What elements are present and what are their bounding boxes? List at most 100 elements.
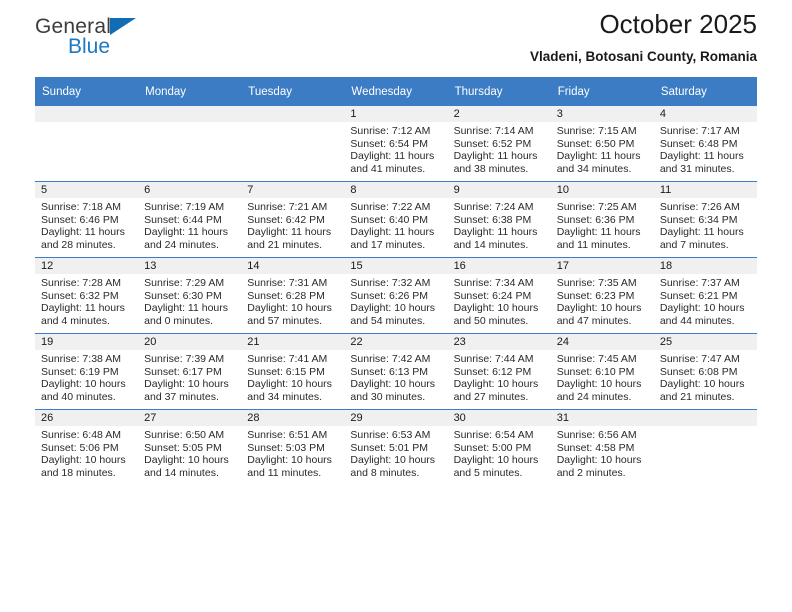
day-cell-inner: 5 Sunrise: 7:18 AM Sunset: 6:46 PM Daylight… [35, 182, 139, 257]
daylight-text-line1: Daylight: 11 hours [659, 226, 744, 239]
calendar-day-cell[interactable]: 19 Sunrise: 7:38 AM Sunset: 6:19 PM Dayligh… [35, 333, 139, 410]
day-details: Sunrise: 7:32 AM Sunset: 6:26 PM Daylight:… [344, 274, 447, 327]
day-number [241, 106, 345, 122]
day-number: 24 [550, 334, 654, 350]
day-details: Sunrise: 7:25 AM Sunset: 6:36 PM Daylight:… [551, 198, 654, 251]
sunrise-text: Sunrise: 6:51 AM [247, 429, 328, 441]
sunrise-text: Sunrise: 7:34 AM [453, 277, 534, 289]
daylight-text-line1: Daylight: 10 hours [247, 302, 332, 315]
calendar-day-cell[interactable]: 26 Sunrise: 6:48 AM Sunset: 5:06 PM Dayligh… [35, 409, 139, 485]
calendar-week-row: 1 Sunrise: 7:12 AM Sunset: 6:54 PM Daylight… [35, 106, 757, 182]
daylight-text-line2: and 14 minutes. [144, 466, 219, 479]
day-cell-inner: 7 Sunrise: 7:21 AM Sunset: 6:42 PM Daylight… [241, 182, 345, 257]
day-details: Sunrise: 7:12 AM Sunset: 6:54 PM Daylight:… [344, 122, 447, 175]
day-cell-inner: 17 Sunrise: 7:35 AM Sunset: 6:23 PM Dayligh… [550, 258, 654, 333]
sunset-text: Sunset: 6:10 PM [556, 365, 635, 378]
calendar-day-cell[interactable]: 24 Sunrise: 7:45 AM Sunset: 6:10 PM Dayligh… [550, 333, 654, 410]
calendar-day-cell[interactable]: 20 Sunrise: 7:39 AM Sunset: 6:17 PM Dayligh… [138, 333, 242, 410]
calendar-day-cell[interactable]: 22 Sunrise: 7:42 AM Sunset: 6:13 PM Dayligh… [344, 333, 448, 410]
day-number: 11 [653, 182, 757, 198]
calendar-day-cell[interactable]: 14 Sunrise: 7:31 AM Sunset: 6:28 PM Dayligh… [241, 257, 345, 334]
calendar-day-cell[interactable]: 30 Sunrise: 6:54 AM Sunset: 5:00 PM Dayligh… [447, 409, 551, 485]
calendar-day-cell[interactable]: 11 Sunrise: 7:26 AM Sunset: 6:34 PM Dayligh… [653, 181, 757, 258]
calendar-day-cell[interactable]: 18 Sunrise: 7:37 AM Sunset: 6:21 PM Dayligh… [653, 257, 757, 334]
calendar-day-cell[interactable]: 13 Sunrise: 7:29 AM Sunset: 6:30 PM Dayligh… [138, 257, 242, 334]
calendar-day-cell[interactable]: 31 Sunrise: 6:56 AM Sunset: 4:58 PM Dayligh… [550, 409, 654, 485]
daylight-text-line2: and 4 minutes. [41, 314, 110, 327]
calendar-day-cell[interactable]: 12 Sunrise: 7:28 AM Sunset: 6:32 PM Dayligh… [35, 257, 139, 334]
daylight-text-line2: and 14 minutes. [453, 238, 529, 251]
sunrise-text: Sunrise: 7:39 AM [144, 353, 225, 365]
daylight-text-line1: Daylight: 10 hours [350, 302, 436, 315]
calendar-day-cell[interactable]: 23 Sunrise: 7:44 AM Sunset: 6:12 PM Dayligh… [447, 333, 551, 410]
day-details: Sunrise: 7:22 AM Sunset: 6:40 PM Daylight:… [344, 198, 447, 251]
daylight-text-line1: Daylight: 11 hours [144, 226, 228, 239]
calendar-day-cell[interactable]: 17 Sunrise: 7:35 AM Sunset: 6:23 PM Dayligh… [550, 257, 654, 334]
calendar-day-cell[interactable]: 5 Sunrise: 7:18 AM Sunset: 6:46 PM Daylight… [35, 181, 139, 258]
calendar-day-cell[interactable]: 2 Sunrise: 7:14 AM Sunset: 6:52 PM Daylight… [447, 106, 551, 182]
calendar-day-cell[interactable]: 21 Sunrise: 7:41 AM Sunset: 6:15 PM Dayligh… [241, 333, 345, 410]
daylight-text-line1: Daylight: 11 hours [556, 226, 641, 239]
sunrise-text: Sunrise: 7:24 AM [453, 201, 534, 213]
weekday-header-saturday: Saturday [653, 77, 757, 106]
day-cell-inner [241, 106, 345, 181]
calendar-day-cell[interactable]: 9 Sunrise: 7:24 AM Sunset: 6:38 PM Daylight… [447, 181, 551, 258]
daylight-text-line1: Daylight: 10 hours [453, 454, 539, 467]
calendar-day-cell[interactable]: 8 Sunrise: 7:22 AM Sunset: 6:40 PM Daylight… [344, 181, 448, 258]
title-block: October 2025 Vladeni, Botosani County, R… [530, 10, 757, 64]
sunset-text: Sunset: 6:13 PM [350, 365, 429, 378]
calendar-day-cell[interactable]: 7 Sunrise: 7:21 AM Sunset: 6:42 PM Daylight… [241, 181, 345, 258]
calendar-header-row: Sunday Monday Tuesday Wednesday Thursday Frid… [35, 77, 757, 106]
calendar-day-cell[interactable]: 1 Sunrise: 7:12 AM Sunset: 6:54 PM Daylight… [344, 106, 448, 182]
day-cell-inner: 9 Sunrise: 7:24 AM Sunset: 6:38 PM Daylight… [447, 182, 551, 257]
page-subtitle: Vladeni, Botosani County, Romania [529, 48, 757, 64]
day-cell-inner: 24 Sunrise: 7:45 AM Sunset: 6:10 PM Dayligh… [550, 334, 654, 409]
day-cell-inner: 14 Sunrise: 7:31 AM Sunset: 6:28 PM Dayligh… [241, 258, 345, 333]
general-blue-logo[interactable]: General Blue [35, 16, 153, 64]
daylight-text-line1: Daylight: 11 hours [453, 226, 538, 239]
calendar-day-cell[interactable]: 6 Sunrise: 7:19 AM Sunset: 6:44 PM Daylight… [138, 181, 242, 258]
day-details: Sunrise: 7:41 AM Sunset: 6:15 PM Daylight:… [241, 350, 344, 403]
sunset-text: Sunset: 6:08 PM [659, 365, 738, 378]
sunrise-text: Sunrise: 7:26 AM [659, 201, 740, 213]
day-details: Sunrise: 6:54 AM Sunset: 5:00 PM Daylight:… [448, 426, 551, 479]
day-details: Sunrise: 7:35 AM Sunset: 6:23 PM Daylight:… [551, 274, 654, 327]
sunrise-text: Sunrise: 6:50 AM [144, 429, 225, 441]
day-details: Sunrise: 7:18 AM Sunset: 6:46 PM Daylight:… [35, 198, 138, 251]
sunrise-text: Sunrise: 7:37 AM [659, 277, 740, 289]
day-cell-inner: 27 Sunrise: 6:50 AM Sunset: 5:05 PM Dayligh… [138, 410, 242, 485]
calendar-day-cell[interactable]: 15 Sunrise: 7:32 AM Sunset: 6:26 PM Dayligh… [344, 257, 448, 334]
daylight-text-line1: Daylight: 10 hours [556, 454, 642, 467]
calendar-day-cell[interactable]: 16 Sunrise: 7:34 AM Sunset: 6:24 PM Dayligh… [447, 257, 551, 334]
day-cell-inner: 2 Sunrise: 7:14 AM Sunset: 6:52 PM Daylight… [447, 106, 551, 181]
calendar-day-cell[interactable]: 4 Sunrise: 7:17 AM Sunset: 6:48 PM Daylight… [653, 106, 757, 182]
daylight-text-line1: Daylight: 10 hours [350, 378, 436, 391]
day-number: 6 [138, 182, 242, 198]
day-cell-inner: 6 Sunrise: 7:19 AM Sunset: 6:44 PM Daylight… [138, 182, 242, 257]
daylight-text-line2: and 30 minutes. [350, 390, 426, 403]
calendar-day-cell[interactable]: 28 Sunrise: 6:51 AM Sunset: 5:03 PM Dayligh… [241, 409, 345, 485]
sunset-text: Sunset: 6:54 PM [350, 137, 429, 150]
page-header: General Blue October 2025 Vladeni, Botos… [35, 0, 757, 72]
sunset-text: Sunset: 6:21 PM [659, 289, 738, 302]
calendar-day-cell[interactable]: 3 Sunrise: 7:15 AM Sunset: 6:50 PM Daylight… [550, 106, 654, 182]
daylight-text-line1: Daylight: 11 hours [247, 226, 332, 239]
daylight-text-line1: Daylight: 11 hours [350, 150, 435, 163]
sunrise-text: Sunrise: 7:45 AM [556, 353, 637, 365]
sunset-text: Sunset: 6:24 PM [453, 289, 532, 302]
calendar-day-cell[interactable]: 10 Sunrise: 7:25 AM Sunset: 6:36 PM Dayligh… [550, 181, 654, 258]
calendar-week-row: 19 Sunrise: 7:38 AM Sunset: 6:19 PM Dayligh… [35, 333, 757, 410]
sunset-text: Sunset: 6:26 PM [350, 289, 429, 302]
day-number: 30 [447, 410, 551, 426]
page-title: October 2025 [599, 9, 757, 39]
calendar-day-cell[interactable]: 29 Sunrise: 6:53 AM Sunset: 5:01 PM Dayligh… [344, 409, 448, 485]
day-details: Sunrise: 7:42 AM Sunset: 6:13 PM Daylight:… [344, 350, 447, 403]
day-number: 23 [447, 334, 551, 350]
day-number: 7 [241, 182, 345, 198]
daylight-text-line1: Daylight: 10 hours [659, 302, 745, 315]
calendar-day-cell[interactable]: 25 Sunrise: 7:47 AM Sunset: 6:08 PM Dayligh… [653, 333, 757, 410]
calendar-day-cell[interactable]: 27 Sunrise: 6:50 AM Sunset: 5:05 PM Dayligh… [138, 409, 242, 485]
logo-text-blue: Blue [68, 35, 111, 58]
sunrise-text: Sunrise: 6:48 AM [41, 429, 121, 441]
daylight-text-line2: and 18 minutes. [41, 466, 116, 479]
